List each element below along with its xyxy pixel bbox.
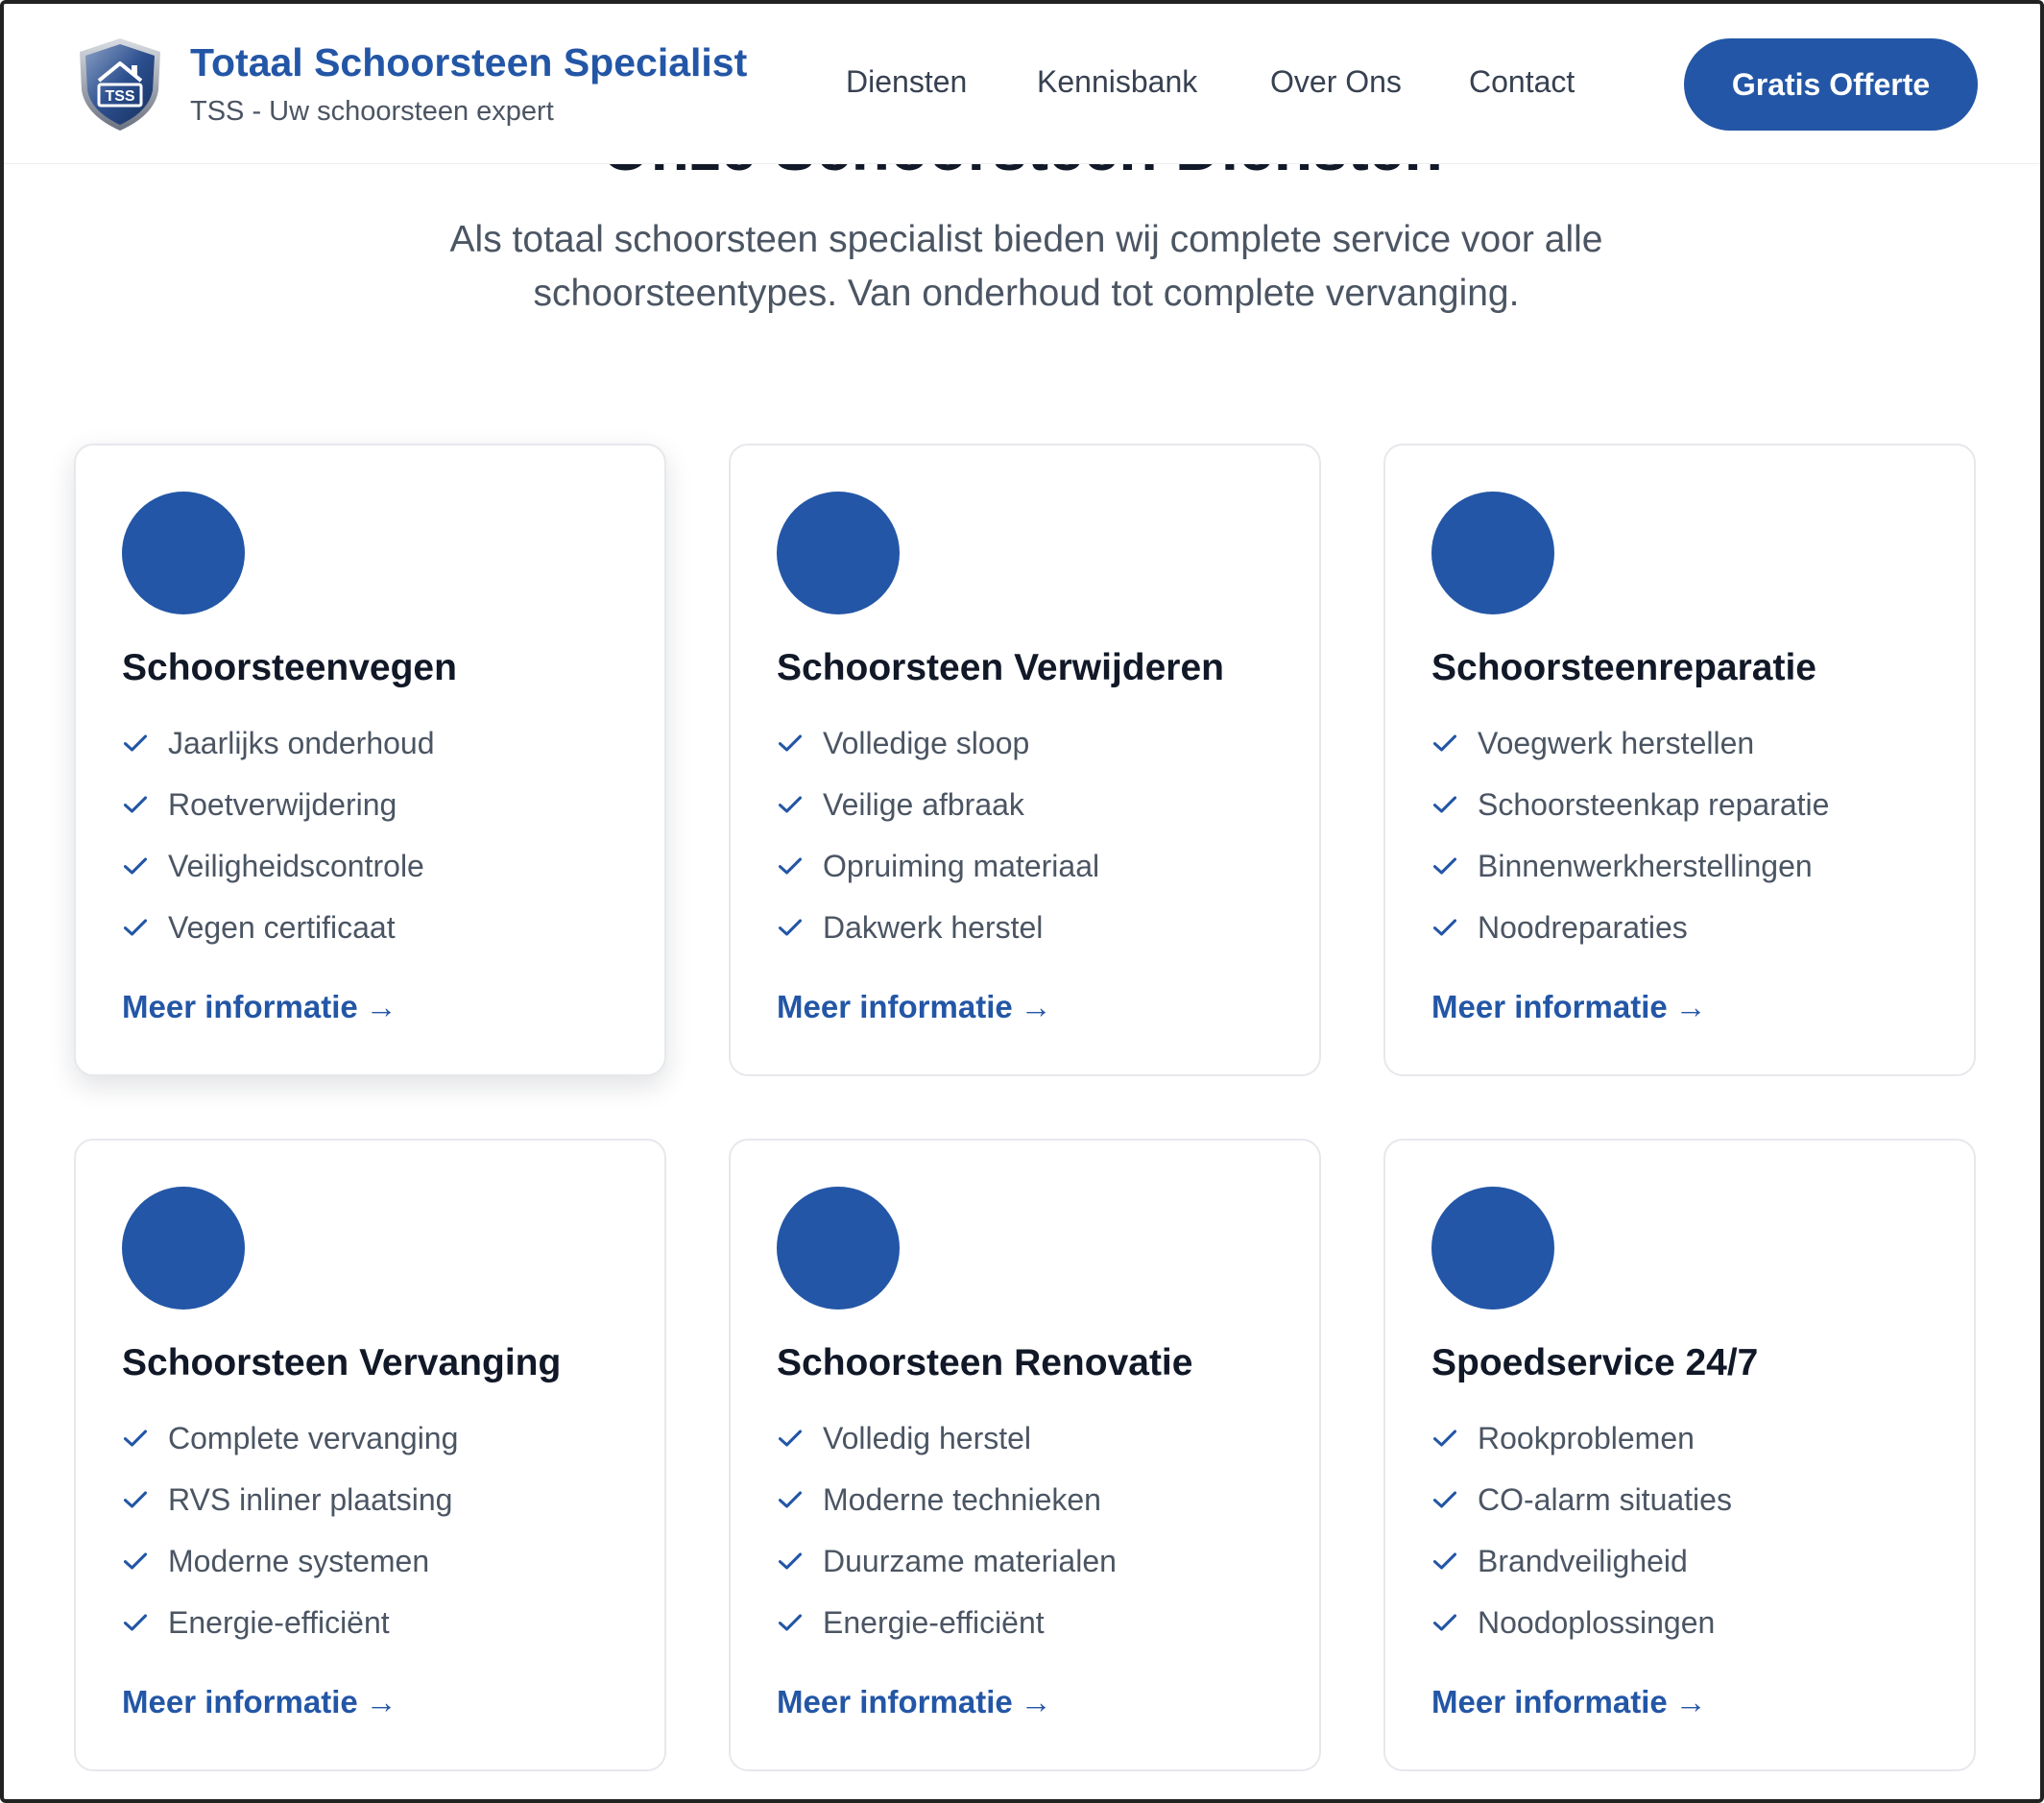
service-title: Schoorsteenreparatie xyxy=(1431,647,1816,688)
arrow-right-icon: → xyxy=(1674,1684,1707,1719)
arrow-right-icon: → xyxy=(365,989,397,1024)
service-circle-icon xyxy=(122,1187,245,1310)
arrow-right-icon: → xyxy=(365,1684,397,1719)
gratis-offerte-button[interactable]: Gratis Offerte xyxy=(1684,38,1978,131)
feature-item: Energie-efficiënt xyxy=(777,1603,1045,1642)
check-icon xyxy=(123,734,148,752)
feature-item: Brandveiligheid xyxy=(1431,1542,1688,1580)
service-title: Schoorsteen Vervanging xyxy=(122,1342,562,1383)
service-circle-icon xyxy=(122,492,245,614)
check-icon xyxy=(123,1552,148,1570)
check-icon xyxy=(1432,1614,1457,1631)
arrow-right-icon: → xyxy=(1020,989,1052,1024)
service-title: Schoorsteen Renovatie xyxy=(777,1342,1193,1383)
meer-informatie-link[interactable]: Meer informatie → xyxy=(777,1684,1052,1720)
check-icon xyxy=(778,1552,803,1570)
service-card-schoorsteen-verwijderen[interactable]: Schoorsteen Verwijderen Volledige sloop … xyxy=(729,444,1321,1076)
meer-informatie-link[interactable]: Meer informatie → xyxy=(777,989,1052,1025)
check-icon xyxy=(1432,796,1457,813)
feature-item: Jaarlijks onderhoud xyxy=(122,724,435,762)
feature-item: Schoorsteenkap reparatie xyxy=(1431,785,1829,824)
nav-diensten[interactable]: Diensten xyxy=(846,64,967,100)
section-intro: Als totaal schoorsteen specialist bieden… xyxy=(449,219,1603,314)
service-title: Schoorsteenvegen xyxy=(122,647,457,688)
brand-tagline: TSS - Uw schoorsteen expert xyxy=(190,96,554,127)
meer-informatie-link[interactable]: Meer informatie → xyxy=(1431,989,1707,1025)
check-icon xyxy=(778,796,803,813)
feature-item: RVS inliner plaatsing xyxy=(122,1480,452,1519)
check-icon xyxy=(778,857,803,875)
feature-item: Complete vervanging xyxy=(122,1419,458,1457)
brand-name[interactable]: Totaal Schoorsteen Specialist xyxy=(190,40,747,85)
nav-kennisbank[interactable]: Kennisbank xyxy=(1037,64,1197,100)
check-icon xyxy=(1432,1552,1457,1570)
check-icon xyxy=(778,734,803,752)
check-icon xyxy=(778,1430,803,1447)
feature-item: Energie-efficiënt xyxy=(122,1603,390,1642)
check-icon xyxy=(1432,857,1457,875)
feature-item: Duurzame materialen xyxy=(777,1542,1117,1580)
service-title: Spoedservice 24/7 xyxy=(1431,1342,1759,1383)
feature-item: Veiligheidscontrole xyxy=(122,847,424,885)
feature-item: Opruiming materiaal xyxy=(777,847,1099,885)
feature-item: Vegen certificaat xyxy=(122,908,396,947)
service-circle-icon xyxy=(777,1187,900,1310)
feature-item: CO-alarm situaties xyxy=(1431,1480,1732,1519)
service-card-schoorsteen-renovatie[interactable]: Schoorsteen Renovatie Volledig herstel M… xyxy=(729,1139,1321,1771)
feature-item: Roetverwijdering xyxy=(122,785,397,824)
meer-informatie-link[interactable]: Meer informatie → xyxy=(1431,1684,1707,1720)
service-circle-icon xyxy=(777,492,900,614)
feature-item: Dakwerk herstel xyxy=(777,908,1043,947)
check-icon xyxy=(1432,919,1457,936)
check-icon xyxy=(778,1614,803,1631)
check-icon xyxy=(1432,1430,1457,1447)
check-icon xyxy=(123,919,148,936)
logo-text: TSS xyxy=(105,88,134,105)
nav-contact[interactable]: Contact xyxy=(1469,64,1575,100)
check-icon xyxy=(1432,1491,1457,1508)
feature-item: Noodreparaties xyxy=(1431,908,1688,947)
feature-item: Noodoplossingen xyxy=(1431,1603,1715,1642)
check-icon xyxy=(778,1491,803,1508)
feature-item: Moderne technieken xyxy=(777,1480,1101,1519)
service-title: Schoorsteen Verwijderen xyxy=(777,647,1225,688)
nav-over-ons[interactable]: Over Ons xyxy=(1270,64,1402,100)
feature-item: Voegwerk herstellen xyxy=(1431,724,1754,762)
arrow-right-icon: → xyxy=(1020,1684,1052,1719)
feature-item: Volledig herstel xyxy=(777,1419,1031,1457)
check-icon xyxy=(123,796,148,813)
service-card-schoorsteenreparatie[interactable]: Schoorsteenreparatie Voegwerk herstellen… xyxy=(1383,444,1976,1076)
tss-logo-icon[interactable]: TSS xyxy=(76,36,164,132)
feature-item: Binnenwerkherstellingen xyxy=(1431,847,1813,885)
check-icon xyxy=(123,1614,148,1631)
meer-informatie-link[interactable]: Meer informatie → xyxy=(122,989,397,1025)
arrow-right-icon: → xyxy=(1674,989,1707,1024)
check-icon xyxy=(123,1430,148,1447)
feature-item: Volledige sloop xyxy=(777,724,1029,762)
feature-item: Veilige afbraak xyxy=(777,785,1024,824)
feature-item: Rookproblemen xyxy=(1431,1419,1695,1457)
meer-informatie-link[interactable]: Meer informatie → xyxy=(122,1684,397,1720)
check-icon xyxy=(1432,734,1457,752)
check-icon xyxy=(123,857,148,875)
service-circle-icon xyxy=(1431,1187,1554,1310)
service-circle-icon xyxy=(1431,492,1554,614)
check-icon xyxy=(778,919,803,936)
feature-item: Moderne systemen xyxy=(122,1542,429,1580)
site-header: TSS Totaal Schoorsteen Specialist TSS - … xyxy=(4,4,2040,164)
service-card-schoorsteen-vervanging[interactable]: Schoorsteen Vervanging Complete vervangi… xyxy=(74,1139,666,1771)
check-icon xyxy=(123,1491,148,1508)
page: Onze Schoorsteen Diensten xyxy=(0,0,2044,1803)
service-card-spoedservice[interactable]: Spoedservice 24/7 Rookproblemen CO-alarm… xyxy=(1383,1139,1976,1771)
service-card-schoorsteenvegen[interactable]: Schoorsteenvegen Jaarlijks onderhoud Roe… xyxy=(74,444,666,1076)
